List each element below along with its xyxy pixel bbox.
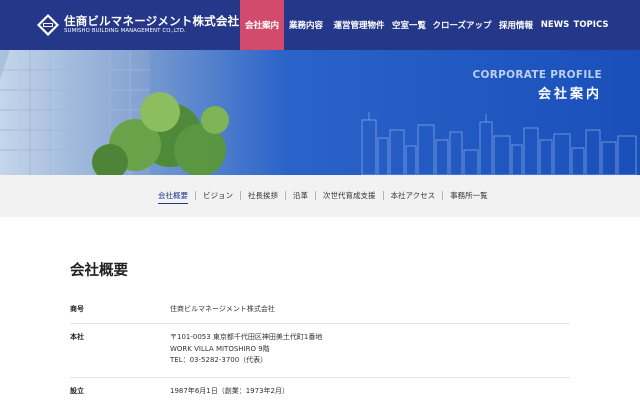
value-line: 〒101-0053 東京都千代田区神田美土代町1番地: [170, 333, 323, 341]
subnav-next-generation-support[interactable]: 次世代育成支援: [315, 191, 383, 200]
row-label: 設立: [70, 387, 84, 395]
subnav-president-message[interactable]: 社長挨拶: [240, 191, 285, 200]
hero-banner: CORPORATE PROFILE 会社案内: [0, 50, 640, 175]
value-line: 住商ビルマネージメント株式会社: [170, 305, 275, 313]
value-line: TEL：03-5282-3700（代表）: [170, 356, 268, 364]
nav-company-info[interactable]: 会社案内: [240, 0, 284, 50]
value-line: 1987年6月1日（創業：1973年2月）: [170, 387, 289, 395]
site-header: 住商ビルマネージメント株式会社 SUMISHO BUILDING MANAGEM…: [0, 0, 640, 50]
nav-close-up[interactable]: クローズアップ: [432, 0, 492, 50]
table-row: 設立 1987年6月1日（創業：1973年2月）: [70, 378, 570, 400]
logo-mark-icon: [36, 13, 60, 37]
subnav-office-list[interactable]: 事務所一覧: [442, 191, 495, 200]
nav-vacancies[interactable]: 空室一覧: [390, 0, 428, 50]
hero-title-english: CORPORATE PROFILE: [472, 69, 602, 81]
table-row: 本社 〒101-0053 東京都千代田区神田美土代町1番地 WORK VILLA…: [70, 324, 570, 378]
row-value: 住商ビルマネージメント株式会社: [170, 304, 275, 316]
row-value: 1987年6月1日（創業：1973年2月）: [170, 386, 289, 398]
nav-topics[interactable]: TOPICS: [574, 0, 609, 50]
nav-news[interactable]: NEWS: [541, 0, 569, 50]
company-logo[interactable]: 住商ビルマネージメント株式会社 SUMISHO BUILDING MANAGEM…: [36, 13, 239, 37]
table-row: 商号 住商ビルマネージメント株式会社: [70, 296, 570, 324]
value-line: WORK VILLA MITOSHIRO 9階: [170, 344, 270, 353]
section-title: 会社概要: [70, 263, 128, 279]
row-value: 〒101-0053 東京都千代田区神田美土代町1番地 WORK VILLA MI…: [170, 332, 322, 367]
logo-english-name: SUMISHO BUILDING MANAGEMENT CO.,LTD.: [64, 28, 186, 35]
logo-japanese-name: 住商ビルマネージメント株式会社: [64, 13, 240, 28]
subnav-history[interactable]: 沿革: [285, 191, 315, 200]
nav-recruit[interactable]: 採用情報: [497, 0, 535, 50]
row-label: 本社: [70, 333, 84, 341]
row-label: 商号: [70, 305, 84, 313]
nav-business[interactable]: 業務内容: [286, 0, 326, 50]
subnav-vision[interactable]: ビジョン: [195, 191, 240, 200]
company-profile-table: 商号 住商ビルマネージメント株式会社 本社 〒101-0053 東京都千代田区神…: [70, 296, 570, 400]
nav-managed-properties[interactable]: 運営管理物件: [331, 0, 387, 50]
subnav-head-office-access[interactable]: 本社アクセス: [382, 191, 443, 200]
subnav-company-overview[interactable]: 会社概要: [158, 191, 195, 204]
section-subnav: 会社概要 ビジョン 社長挨拶 沿革 次世代育成支援 本社アクセス 事務所一覧: [0, 175, 640, 217]
page-title: 会社案内: [537, 87, 602, 102]
